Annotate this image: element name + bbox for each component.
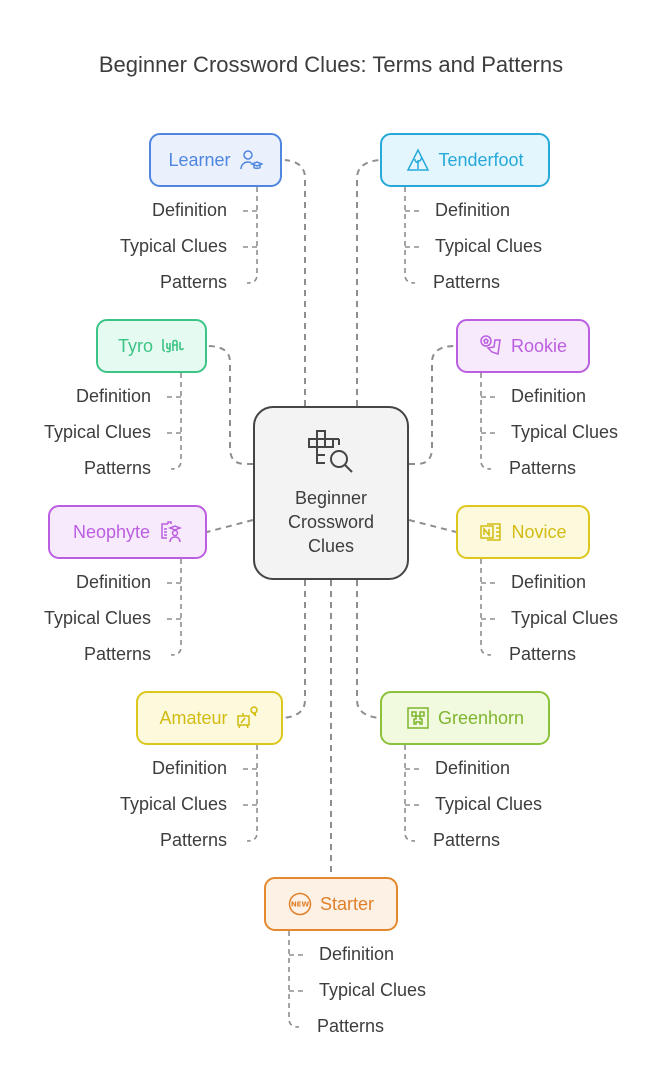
node-label: Tyro xyxy=(117,335,153,356)
node-label: Tenderfoot xyxy=(438,149,524,170)
node-tenderfoot[interactable]: Tenderfoot xyxy=(380,133,550,187)
connector-tenderfoot xyxy=(356,159,381,406)
creeper-face-icon xyxy=(406,706,430,730)
sub-label-typical-clues: Typical Clues xyxy=(435,236,543,256)
sub-label-typical-clues: Typical Clues xyxy=(511,422,619,442)
sub-label-typical-clues: Typical Clues xyxy=(43,422,151,442)
node-label: Novice xyxy=(511,521,567,542)
sub-label-patterns: Patterns xyxy=(433,830,501,850)
node-amateur[interactable]: Amateur xyxy=(136,691,283,745)
sub-label-patterns: Patterns xyxy=(83,644,151,664)
sub-label-patterns: Patterns xyxy=(433,272,501,292)
node-label: Learner xyxy=(168,149,231,170)
svg-text:NEW: NEW xyxy=(291,901,310,909)
sub-label-definition: Definition xyxy=(151,758,227,778)
subtree-connector-novice xyxy=(480,559,495,656)
sub-label-typical-clues: Typical Clues xyxy=(119,236,227,256)
center-line-1: Beginner xyxy=(294,488,368,508)
crossword-search-icon xyxy=(305,428,357,480)
sub-label-patterns: Patterns xyxy=(509,644,577,664)
sub-label-definition: Definition xyxy=(75,386,151,406)
tree-triangle-icon xyxy=(406,148,430,172)
node-neophyte[interactable]: Neophyte xyxy=(48,505,207,559)
subtree-connector-greenhorn xyxy=(404,745,419,842)
connector-tyro xyxy=(206,345,253,465)
student-graduate-icon xyxy=(239,148,263,172)
node-tyro[interactable]: Tyro xyxy=(96,319,207,373)
subtree-connector-amateur xyxy=(243,745,258,842)
node-label: Greenhorn xyxy=(437,707,525,728)
subtree-connector-learner xyxy=(243,187,258,284)
soccer-ball-cleat-icon xyxy=(479,334,503,358)
subtree-connector-tyro xyxy=(167,373,182,470)
sub-label-definition: Definition xyxy=(511,572,587,592)
sub-label-patterns: Patterns xyxy=(83,458,151,478)
center-line-2: Crossword xyxy=(287,512,375,532)
connector-novice xyxy=(408,519,457,533)
node-label: Starter xyxy=(319,893,375,914)
node-novice[interactable]: Novice xyxy=(456,505,590,559)
sub-label-typical-clues: Typical Clues xyxy=(435,794,543,814)
sub-label-patterns: Patterns xyxy=(509,458,577,478)
sub-label-definition: Definition xyxy=(511,386,587,406)
node-learner[interactable]: Learner xyxy=(149,133,282,187)
connector-greenhorn xyxy=(356,580,381,719)
sub-label-patterns: Patterns xyxy=(159,272,227,292)
node-rookie[interactable]: Rookie xyxy=(456,319,590,373)
node-starter[interactable]: NEW Starter xyxy=(264,877,398,931)
sub-label-definition: Definition xyxy=(151,200,227,220)
connector-learner xyxy=(284,159,306,406)
central-topic-node[interactable]: Beginner Crossword Clues xyxy=(253,406,409,580)
sub-label-typical-clues: Typical Clues xyxy=(43,608,151,628)
sub-label-patterns: Patterns xyxy=(159,830,227,850)
sub-label-typical-clues: Typical Clues xyxy=(119,794,227,814)
node-greenhorn[interactable]: Greenhorn xyxy=(380,691,550,745)
sub-label-definition: Definition xyxy=(435,200,511,220)
connector-rookie xyxy=(409,345,457,465)
sub-label-definition: Definition xyxy=(319,944,395,964)
sub-label-definition: Definition xyxy=(75,572,151,592)
subtree-connector-neophyte xyxy=(167,559,182,656)
easel-painting-icon xyxy=(236,706,260,730)
lyft-logo-icon xyxy=(161,334,185,358)
subtree-connector-rookie xyxy=(480,373,495,470)
subtree-connector-tenderfoot xyxy=(404,187,419,284)
onenote-notebook-icon xyxy=(479,520,503,544)
sub-label-patterns: Patterns xyxy=(317,1016,385,1036)
sub-label-typical-clues: Typical Clues xyxy=(319,980,427,1000)
connector-amateur xyxy=(282,580,306,719)
new-badge-icon: NEW xyxy=(288,892,312,916)
sub-label-typical-clues: Typical Clues xyxy=(511,608,619,628)
node-label: Amateur xyxy=(159,707,228,728)
node-label: Rookie xyxy=(510,335,568,356)
student-document-icon xyxy=(158,520,183,544)
center-line-3: Clues xyxy=(307,536,355,556)
subtree-connector-starter xyxy=(288,931,303,1028)
connector-neophyte xyxy=(206,519,254,533)
sub-label-definition: Definition xyxy=(435,758,511,778)
node-label: Neophyte xyxy=(72,521,151,542)
